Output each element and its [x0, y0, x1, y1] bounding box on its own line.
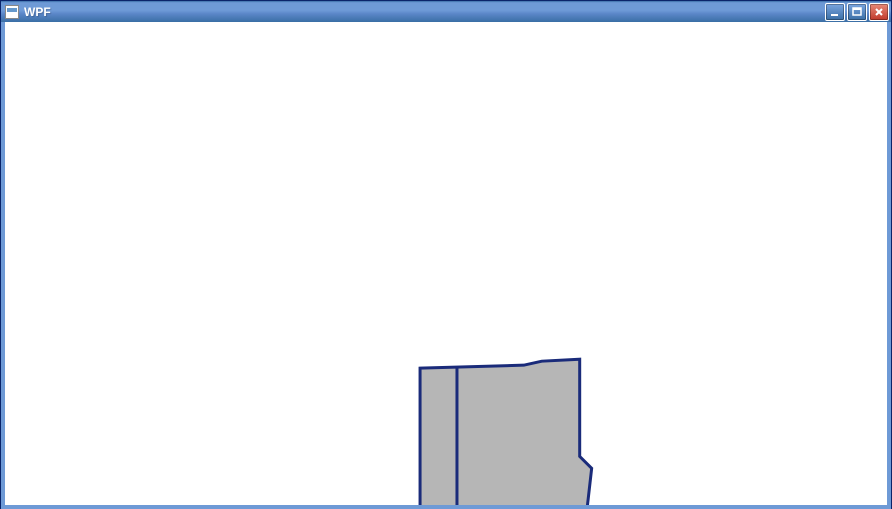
client-area — [1, 22, 891, 509]
window-title: WPF — [24, 5, 825, 19]
application-window: WPF — [0, 0, 892, 509]
close-button[interactable] — [869, 3, 889, 21]
drawing-canvas — [5, 22, 887, 505]
window-controls — [825, 3, 889, 21]
polygon-shape — [420, 359, 592, 505]
titlebar[interactable]: WPF — [1, 0, 891, 22]
minimize-button[interactable] — [825, 3, 845, 21]
app-icon — [5, 5, 19, 19]
maximize-button[interactable] — [847, 3, 867, 21]
